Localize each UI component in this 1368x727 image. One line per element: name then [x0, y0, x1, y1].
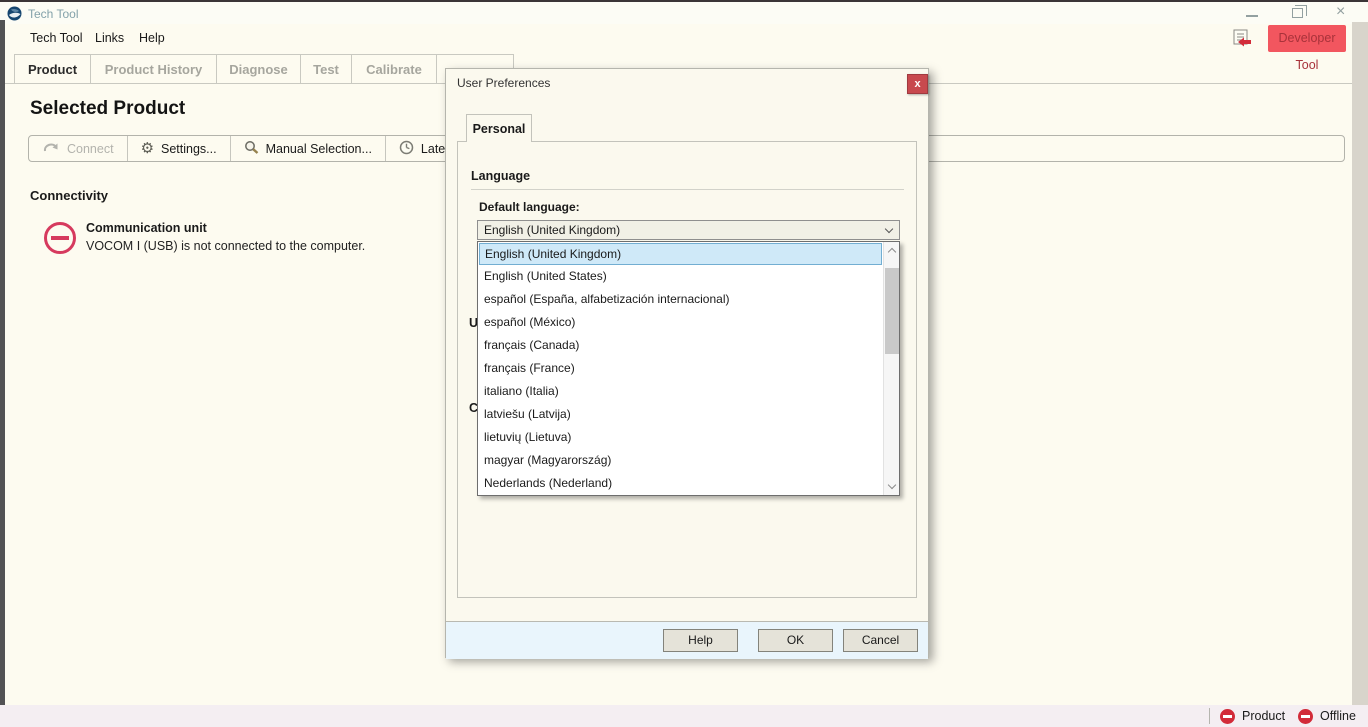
dialog-title: User Preferences — [457, 76, 550, 90]
ok-button[interactable]: OK — [758, 629, 833, 652]
scroll-up-icon[interactable] — [884, 242, 900, 259]
product-status-icon — [1220, 709, 1235, 724]
language-option[interactable]: italiano (Italia) — [478, 380, 882, 403]
language-option[interactable]: français (France) — [478, 357, 882, 380]
connectivity-heading: Connectivity — [30, 188, 108, 203]
scrollbar-thumb[interactable] — [885, 268, 899, 354]
gear-icon: ⚙ — [141, 141, 154, 156]
selected-language-value: English (United Kingdom) — [484, 223, 620, 237]
tab-product[interactable]: Product — [14, 54, 91, 84]
tab-personal[interactable]: Personal — [466, 114, 532, 142]
menu-tech-tool[interactable]: Tech Tool — [30, 31, 83, 45]
magnifier-icon — [244, 140, 259, 158]
window-left-edge — [0, 20, 5, 707]
scroll-down-icon[interactable] — [884, 478, 900, 495]
developer-tool-button[interactable]: Developer Tool — [1268, 25, 1346, 52]
connect-icon — [42, 140, 60, 157]
chevron-down-icon — [885, 225, 893, 233]
communication-unit-message: VOCOM I (USB) is not connected to the co… — [86, 239, 365, 253]
window-title: Tech Tool — [28, 7, 78, 21]
language-option[interactable]: español (España, alfabetización internac… — [478, 288, 882, 311]
main-tabbar: Product Product History Diagnose Test Ca… — [14, 54, 514, 84]
language-option[interactable]: español (México) — [478, 311, 882, 334]
window-titlebar: Tech Tool × — [0, 2, 1368, 24]
clock-icon — [399, 140, 414, 158]
language-section-rule — [471, 189, 904, 190]
communication-unit-title: Communication unit — [86, 221, 207, 235]
page-title: Selected Product — [30, 98, 185, 120]
help-button[interactable]: Help — [663, 629, 738, 652]
language-option[interactable]: English (United Kingdom) — [479, 243, 882, 265]
language-option[interactable]: latviešu (Latvija) — [478, 403, 882, 426]
language-dropdown-list: English (United Kingdom) English (United… — [477, 241, 900, 496]
window-right-strip — [1352, 22, 1368, 705]
app-logo-icon — [7, 6, 22, 26]
close-window-icon[interactable]: × — [1336, 3, 1345, 21]
manual-selection-button[interactable]: Manual Selection... — [231, 136, 385, 161]
language-option[interactable]: English (United States) — [478, 265, 882, 288]
language-option[interactable]: magyar (Magyarország) — [478, 449, 882, 472]
default-language-label: Default language: — [479, 200, 580, 214]
dropdown-scrollbar[interactable] — [883, 242, 899, 495]
cancel-button[interactable]: Cancel — [843, 629, 918, 652]
product-status-label: Product — [1242, 709, 1285, 723]
language-option[interactable]: lietuvių (Lietuva) — [478, 426, 882, 449]
settings-button[interactable]: ⚙ Settings... — [128, 136, 230, 161]
restore-icon[interactable] — [1292, 8, 1303, 18]
feedback-note-icon[interactable] — [1232, 28, 1253, 54]
connect-button[interactable]: Connect — [29, 136, 127, 161]
status-bar — [0, 705, 1368, 727]
offline-status-label: Offline — [1320, 709, 1356, 723]
not-connected-icon — [44, 222, 76, 254]
minimize-icon[interactable] — [1246, 15, 1258, 17]
status-bar-divider — [1209, 708, 1210, 724]
language-section-label: Language — [471, 169, 530, 183]
default-language-select[interactable]: English (United Kingdom) — [477, 220, 900, 240]
menu-links[interactable]: Links — [95, 31, 124, 45]
language-option[interactable]: français (Canada) — [478, 334, 882, 357]
language-option[interactable]: Nederlands (Nederland) — [478, 472, 882, 495]
tab-test[interactable]: Test — [301, 54, 352, 84]
tab-product-history[interactable]: Product History — [91, 54, 217, 84]
dialog-close-icon[interactable]: x — [907, 74, 928, 94]
user-preferences-dialog: User Preferences x Personal Language Def… — [445, 68, 929, 658]
menubar: Tech Tool Links Help — [0, 24, 1352, 52]
tab-calibrate[interactable]: Calibrate — [352, 54, 437, 84]
offline-status-icon — [1298, 709, 1313, 724]
tab-diagnose[interactable]: Diagnose — [217, 54, 301, 84]
menu-help[interactable]: Help — [139, 31, 165, 45]
